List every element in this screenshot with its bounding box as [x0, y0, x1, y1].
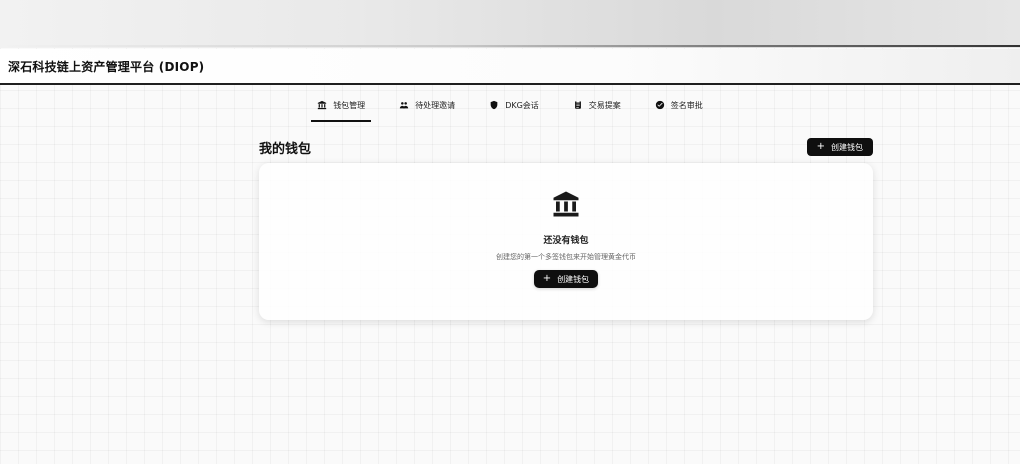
- page-title: 我的钱包: [259, 141, 312, 157]
- empty-state-card: 还没有钱包 创建您的第一个多签钱包来开始管理黄金代币 + 创建钱包: [259, 163, 873, 320]
- users-icon: [400, 102, 409, 109]
- tab-pending-invites[interactable]: 待处理邀请: [393, 92, 461, 118]
- empty-create-wallet-label: 创建钱包: [557, 274, 590, 284]
- empty-state-title: 还没有钱包: [543, 236, 589, 246]
- tab-label: 待处理邀请: [415, 100, 456, 110]
- plus-icon: +: [542, 273, 552, 284]
- shield-icon: [490, 100, 498, 110]
- bank-icon: [318, 100, 327, 110]
- section-header: 我的钱包 + 创建钱包: [259, 137, 873, 157]
- tab-label: 钱包管理: [333, 100, 366, 110]
- tab-label: 交易提案: [588, 100, 621, 110]
- clipboard-icon: [574, 100, 581, 109]
- tab-wallet-management[interactable]: 钱包管理: [311, 92, 372, 122]
- tab-dkg-session[interactable]: DKG会话: [483, 92, 545, 118]
- app-title: 深石科技链上资产管理平台 (DIOP): [8, 59, 205, 74]
- top-background-band: [0, 0, 1020, 48]
- empty-state-description: 创建您的第一个多签钱包来开始管理黄金代币: [496, 253, 636, 261]
- top-background-line: [0, 45, 1020, 47]
- main-nav: 钱包管理 待处理邀请 DKG会话 交易提案 签名审批: [0, 92, 1020, 122]
- plus-icon: +: [816, 141, 825, 152]
- empty-create-wallet-button[interactable]: + 创建钱包: [533, 270, 599, 288]
- tab-label: DKG会话: [505, 100, 539, 110]
- bank-icon: [553, 191, 579, 217]
- create-wallet-button[interactable]: + 创建钱包: [806, 138, 873, 156]
- wallet-section: 我的钱包 + 创建钱包 还没有钱包 创建您的第一个多签钱包来开始管理黄金代币 +…: [259, 137, 873, 337]
- tab-label: 签名审批: [670, 100, 703, 110]
- app-header: 深石科技链上资产管理平台 (DIOP): [0, 49, 1020, 85]
- tab-transaction-proposals[interactable]: 交易提案: [567, 92, 627, 118]
- create-wallet-label: 创建钱包: [831, 142, 863, 152]
- check-circle-icon: [655, 100, 664, 110]
- tab-signature-approval[interactable]: 签名审批: [649, 92, 709, 118]
